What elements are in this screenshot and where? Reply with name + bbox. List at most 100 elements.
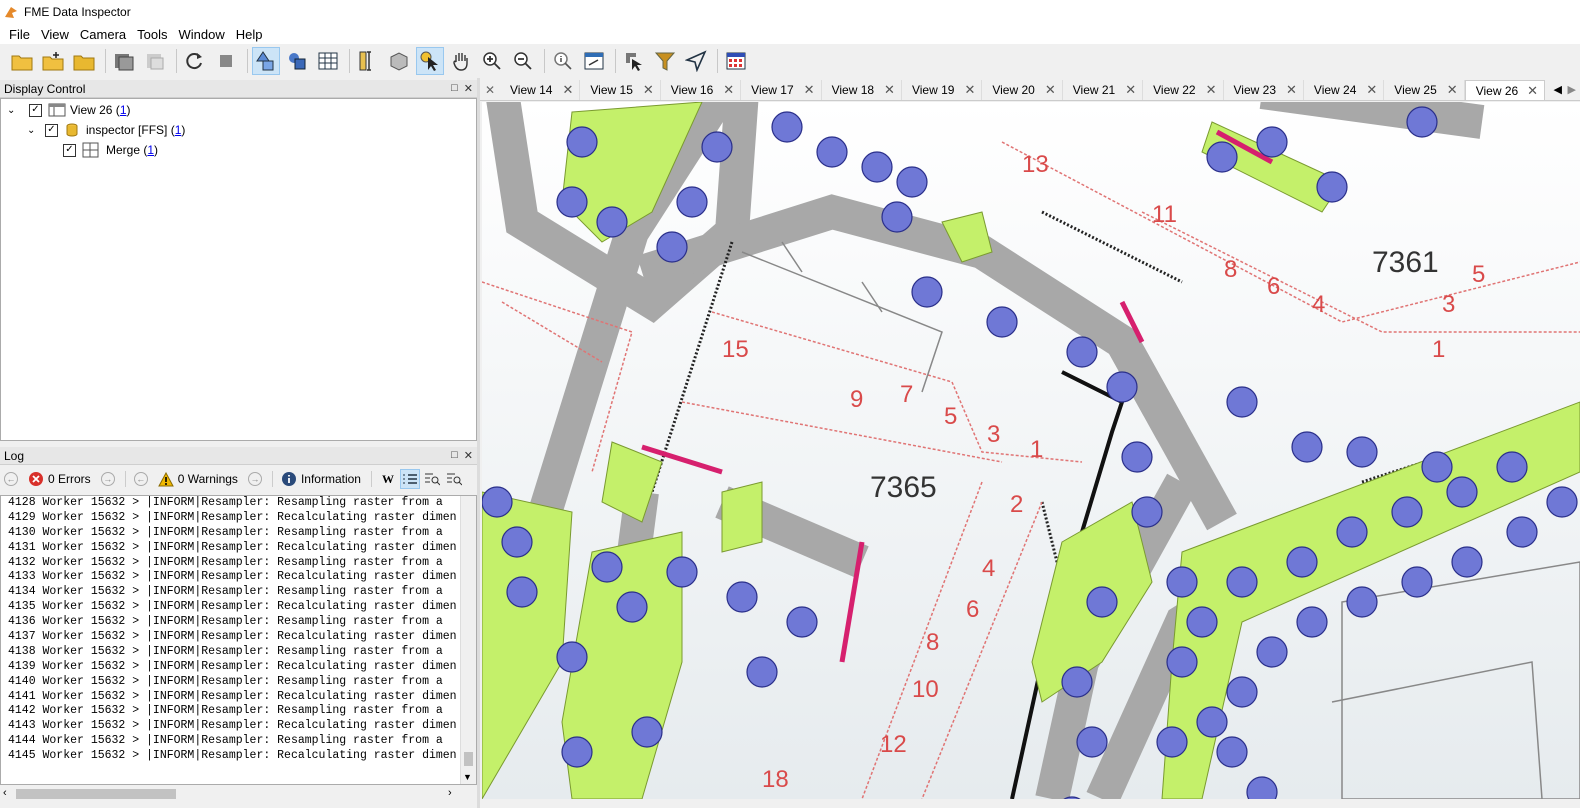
scroll-right-icon[interactable]: › xyxy=(448,787,452,799)
tree-symbol xyxy=(556,641,588,673)
tab-close-icon[interactable]: ✕ xyxy=(723,82,734,98)
tab-close-icon[interactable]: ✕ xyxy=(562,82,573,98)
tab-view[interactable]: View 25 ✕ xyxy=(1384,80,1465,100)
tab-close-icon[interactable]: ✕ xyxy=(1366,82,1377,98)
filter-button[interactable] xyxy=(651,47,679,75)
tab-close-icon[interactable]: ✕ xyxy=(1045,82,1056,98)
tab-close-icon[interactable]: ✕ xyxy=(884,82,895,98)
tab-view[interactable]: View 24 ✕ xyxy=(1304,80,1385,100)
view-checkbox[interactable]: ✓ xyxy=(29,103,42,117)
zoom-extents-icon xyxy=(584,52,604,70)
tree-row-feature[interactable]: ✓ Merge (1) xyxy=(63,141,158,159)
menu-help[interactable]: Help xyxy=(231,27,268,42)
table-view-button[interactable] xyxy=(314,47,342,75)
close-icon[interactable]: ✕ xyxy=(464,82,473,95)
select-tool-button[interactable] xyxy=(620,47,648,75)
float-icon[interactable]: □ xyxy=(451,82,458,95)
tab-close-icon[interactable]: ✕ xyxy=(804,82,815,98)
open-dataset-button[interactable] xyxy=(8,47,36,75)
log-text-area[interactable]: 4128 Worker 15632 > |INFORM|Resampler: R… xyxy=(0,495,477,785)
navigate-button[interactable] xyxy=(682,47,710,75)
float-icon[interactable]: □ xyxy=(451,449,458,462)
scroll-thumb[interactable] xyxy=(16,789,176,799)
next-warning-icon[interactable]: → xyxy=(247,472,262,486)
tree-row-view[interactable]: ⌄ ✓ View 26 (1) xyxy=(7,101,131,119)
tab-view[interactable]: View 20 ✕ xyxy=(982,80,1063,100)
tab-view[interactable]: View 19 ✕ xyxy=(902,80,983,100)
tab-view[interactable]: View 21 ✕ xyxy=(1063,80,1144,100)
tabs-scroll-right-icon[interactable]: ▶ xyxy=(1568,83,1576,96)
prev-error-icon[interactable]: ← xyxy=(4,472,18,486)
log-vertical-scrollbar[interactable]: ▼ xyxy=(460,496,476,784)
tab-view[interactable]: View 18 ✕ xyxy=(822,80,902,100)
background-map-button[interactable] xyxy=(722,47,750,75)
feature-checkbox[interactable]: ✓ xyxy=(63,143,76,157)
collapse-chevron-icon[interactable]: ⌄ xyxy=(27,125,41,136)
2d-shapes-icon xyxy=(256,51,274,71)
menu-tools[interactable]: Tools xyxy=(132,27,172,42)
pan-button[interactable] xyxy=(447,47,475,75)
map-canvas[interactable]: 7361 7365 13 11 8 6 4 3 1 5 15 9 7 5 3 1… xyxy=(482,102,1580,799)
next-error-icon[interactable]: → xyxy=(100,472,115,486)
errors-filter[interactable]: 0 Errors xyxy=(28,471,91,487)
tree-symbol xyxy=(1256,636,1288,668)
stop-button[interactable] xyxy=(212,47,240,75)
splitter[interactable] xyxy=(477,78,480,808)
collapse-chevron-icon[interactable]: ⌄ xyxy=(7,105,21,116)
tab-close-icon[interactable]: ✕ xyxy=(480,83,500,97)
log-toolbar-separator xyxy=(370,471,372,487)
tab-close-icon[interactable]: ✕ xyxy=(1206,82,1217,98)
tab-close-icon[interactable]: ✕ xyxy=(1125,82,1136,98)
line-numbers-button[interactable] xyxy=(399,469,420,489)
open-folder-button[interactable] xyxy=(70,47,98,75)
tab-close-icon[interactable]: ✕ xyxy=(1447,82,1458,98)
feature-count-link[interactable]: 1 xyxy=(147,143,154,157)
feature-info-button[interactable] xyxy=(385,47,413,75)
tab-view[interactable]: View 22 ✕ xyxy=(1143,80,1224,100)
add-dataset-button[interactable] xyxy=(39,47,67,75)
3d-view-button[interactable] xyxy=(283,47,311,75)
prev-warning-icon[interactable]: ← xyxy=(133,472,148,486)
menu-file[interactable]: File xyxy=(4,27,35,42)
zoom-out-button[interactable] xyxy=(509,47,537,75)
dataset-checkbox[interactable]: ✓ xyxy=(45,123,58,137)
tab-view[interactable]: View 14 ✕ xyxy=(500,80,581,100)
find-next-button[interactable] xyxy=(444,469,464,489)
zoom-in-button[interactable] xyxy=(478,47,506,75)
menu-view[interactable]: View xyxy=(36,27,74,42)
dataset-count-link[interactable]: 1 xyxy=(175,123,182,137)
tab-view[interactable]: View 26 ✕ xyxy=(1464,80,1546,100)
tab-view[interactable]: View 16 ✕ xyxy=(661,80,742,100)
scroll-left-icon[interactable]: ‹ xyxy=(3,787,7,799)
measure-button[interactable] xyxy=(354,47,382,75)
query-button[interactable] xyxy=(549,47,577,75)
warnings-filter[interactable]: 0 Warnings xyxy=(157,471,238,487)
menu-window[interactable]: Window xyxy=(174,27,230,42)
tabs-scroll-left-icon[interactable]: ◀ xyxy=(1554,83,1562,96)
find-button[interactable] xyxy=(422,469,442,489)
word-wrap-button[interactable]: W xyxy=(378,469,398,489)
scroll-down-icon[interactable]: ▼ xyxy=(463,772,472,782)
tab-view[interactable]: View 23 ✕ xyxy=(1224,80,1304,100)
log-horizontal-scrollbar[interactable]: ‹ › xyxy=(0,786,477,803)
tree-symbol xyxy=(1346,436,1378,468)
view-count-link[interactable]: 1 xyxy=(120,103,127,117)
tab-close-icon[interactable]: ✕ xyxy=(1527,83,1538,99)
close-icon[interactable]: ✕ xyxy=(464,449,473,462)
tab-view[interactable]: View 15 ✕ xyxy=(580,80,661,100)
tab-close-icon[interactable]: ✕ xyxy=(964,82,975,98)
refresh-button[interactable] xyxy=(181,47,209,75)
house-number-label: 7 xyxy=(900,381,913,408)
save-view-button[interactable] xyxy=(141,47,169,75)
menu-camera[interactable]: Camera xyxy=(75,27,131,42)
select-button[interactable] xyxy=(416,47,444,75)
scroll-thumb[interactable] xyxy=(464,752,473,766)
tab-close-icon[interactable]: ✕ xyxy=(643,82,654,98)
2d-view-button[interactable] xyxy=(252,47,280,75)
tab-close-icon[interactable]: ✕ xyxy=(1286,82,1297,98)
save-data-button[interactable] xyxy=(110,47,138,75)
information-filter[interactable]: Information xyxy=(281,471,361,487)
tree-row-dataset[interactable]: ⌄ ✓ inspector [FFS] (1) xyxy=(27,121,185,139)
zoom-extents-button[interactable] xyxy=(580,47,608,75)
tab-view[interactable]: View 17 ✕ xyxy=(741,80,822,100)
